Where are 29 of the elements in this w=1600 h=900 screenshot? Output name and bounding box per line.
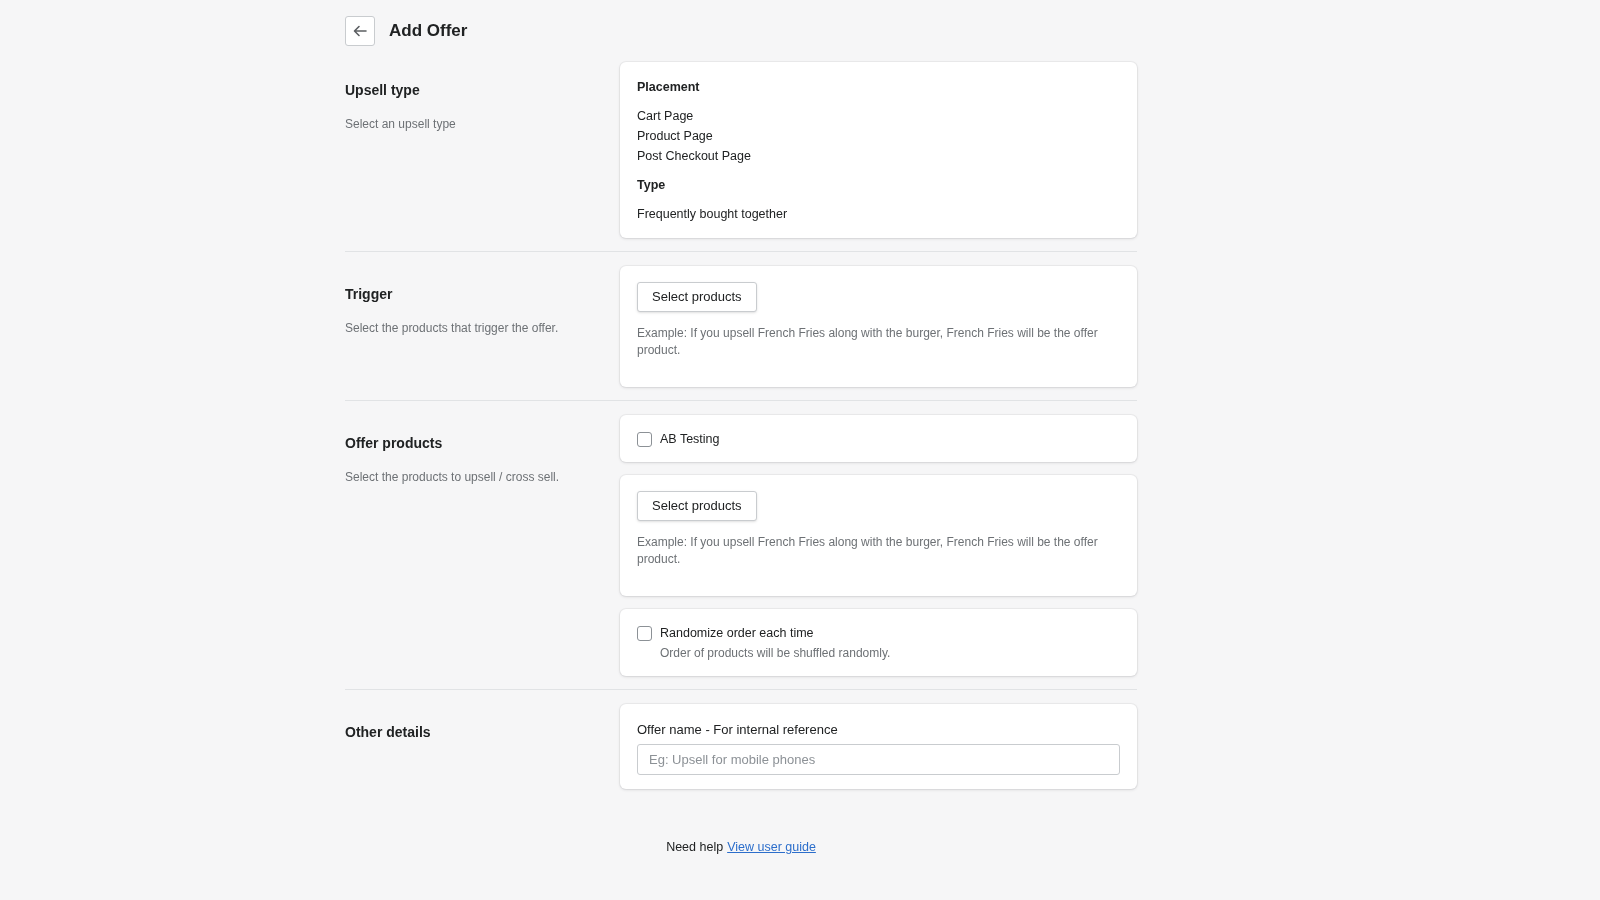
- back-button[interactable]: [345, 16, 375, 46]
- field-label: Offer name - For internal reference: [637, 720, 839, 739]
- back-arrow-icon: [353, 25, 367, 37]
- offer-name-field[interactable]: Eg: Upsell for mobile phones: [637, 744, 1120, 775]
- section-title: Offer products: [345, 433, 444, 453]
- hint-text: Example: If you upsell French Fries along with the burger, French Fries will be the offer product.: [637, 324, 1099, 359]
- checkbox-label: AB Testing: [660, 430, 720, 448]
- option-text: Post Checkout Page: [637, 147, 752, 164]
- page-title: Add Offer: [389, 20, 468, 43]
- section-title: Other details: [345, 722, 432, 742]
- help-text: Order of products will be shuffled randomly.: [660, 644, 891, 662]
- user-guide-link[interactable]: View user guide: [727, 838, 816, 857]
- checkbox[interactable]: [637, 625, 652, 641]
- section-title: Upsell type: [345, 81, 421, 100]
- help-text: Need help: [666, 839, 724, 856]
- section-description: Select the products to upsell / cross sell.: [345, 468, 561, 486]
- checkbox-label: Randomize order each time: [660, 624, 815, 642]
- section-heading: Type: [637, 176, 667, 194]
- option-text: Product Page: [637, 127, 714, 144]
- select-products-button[interactable]: Select products: [637, 490, 757, 521]
- hint-text: Example: If you upsell French Fries along with the burger, French Fries will be the offer product.: [637, 533, 1099, 568]
- section-heading: Placement: [637, 79, 701, 96]
- select-products-button[interactable]: Select products: [637, 281, 757, 312]
- checkbox[interactable]: [637, 431, 652, 447]
- option-text: Frequently bought together: [637, 205, 789, 222]
- section-title: Trigger: [345, 284, 394, 304]
- section-description: Select an upsell type: [345, 116, 457, 133]
- section-description: Select the products that trigger the offer.: [345, 319, 560, 337]
- option-text: Cart Page: [637, 107, 695, 124]
